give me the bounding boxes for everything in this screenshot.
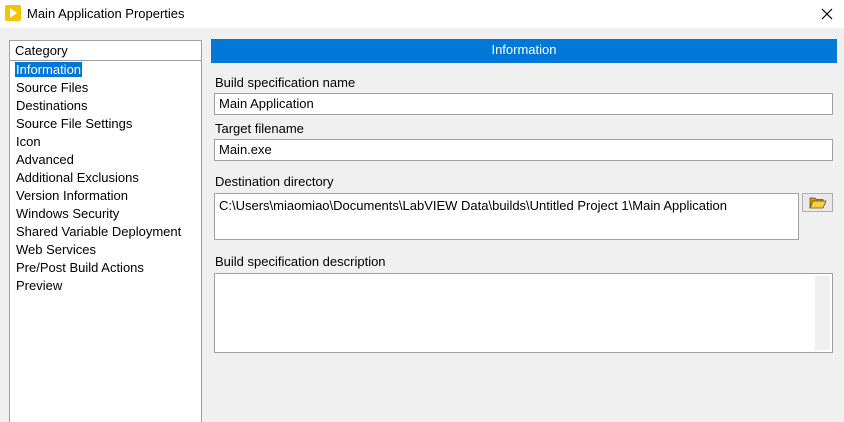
- category-item-web-services[interactable]: Web Services: [10, 241, 201, 259]
- category-list: Information Source Files Destinations So…: [10, 61, 201, 295]
- category-item-information[interactable]: Information: [10, 61, 201, 79]
- description-input[interactable]: [214, 273, 833, 353]
- category-item-label: Icon: [16, 134, 41, 149]
- target-filename-label: Target filename: [215, 121, 304, 136]
- category-item-label: Web Services: [16, 242, 96, 257]
- category-item-preview[interactable]: Preview: [10, 277, 201, 295]
- destination-directory-input[interactable]: C:\Users\miaomiao\Documents\LabVIEW Data…: [214, 193, 799, 240]
- category-item-label: Additional Exclusions: [16, 170, 139, 185]
- browse-button[interactable]: [802, 193, 833, 212]
- category-item-windows-security[interactable]: Windows Security: [10, 205, 201, 223]
- category-item-label: Information: [15, 62, 83, 77]
- category-item-label: Destinations: [16, 98, 88, 113]
- category-item-source-files[interactable]: Source Files: [10, 79, 201, 97]
- category-panel: Category Information Source Files Destin…: [9, 40, 202, 422]
- title-bar: Main Application Properties: [0, 0, 844, 28]
- labview-play-icon: [5, 5, 21, 21]
- category-item-pre-post-build-actions[interactable]: Pre/Post Build Actions: [10, 259, 201, 277]
- category-item-additional-exclusions[interactable]: Additional Exclusions: [10, 169, 201, 187]
- category-item-label: Preview: [16, 278, 63, 293]
- description-scrollbar[interactable]: [815, 276, 830, 350]
- category-header: Category: [10, 41, 201, 61]
- category-item-icon[interactable]: Icon: [10, 133, 201, 151]
- category-item-label: Advanced: [16, 152, 74, 167]
- category-item-label: Source Files: [16, 80, 89, 95]
- build-spec-name-label: Build specification name: [215, 75, 356, 90]
- category-item-destinations[interactable]: Destinations: [10, 97, 201, 115]
- category-item-shared-variable-deployment[interactable]: Shared Variable Deployment: [10, 223, 201, 241]
- window-title: Main Application Properties: [27, 6, 185, 21]
- description-label: Build specification description: [215, 254, 386, 269]
- category-item-label: Version Information: [16, 188, 129, 203]
- category-item-source-file-settings[interactable]: Source File Settings: [10, 115, 201, 133]
- category-item-advanced[interactable]: Advanced: [10, 151, 201, 169]
- close-icon: [821, 8, 833, 20]
- destination-directory-label: Destination directory: [215, 174, 334, 189]
- category-item-label: Shared Variable Deployment: [16, 224, 182, 239]
- panel-header: Information: [211, 39, 837, 63]
- category-item-label: Source File Settings: [16, 116, 133, 131]
- folder-open-icon: [808, 197, 827, 209]
- target-filename-input[interactable]: Main.exe: [214, 139, 833, 161]
- build-spec-name-input[interactable]: Main Application: [214, 93, 833, 115]
- category-item-label: Pre/Post Build Actions: [16, 260, 144, 275]
- category-item-label: Windows Security: [16, 206, 120, 221]
- category-item-version-information[interactable]: Version Information: [10, 187, 201, 205]
- close-button[interactable]: [810, 0, 844, 28]
